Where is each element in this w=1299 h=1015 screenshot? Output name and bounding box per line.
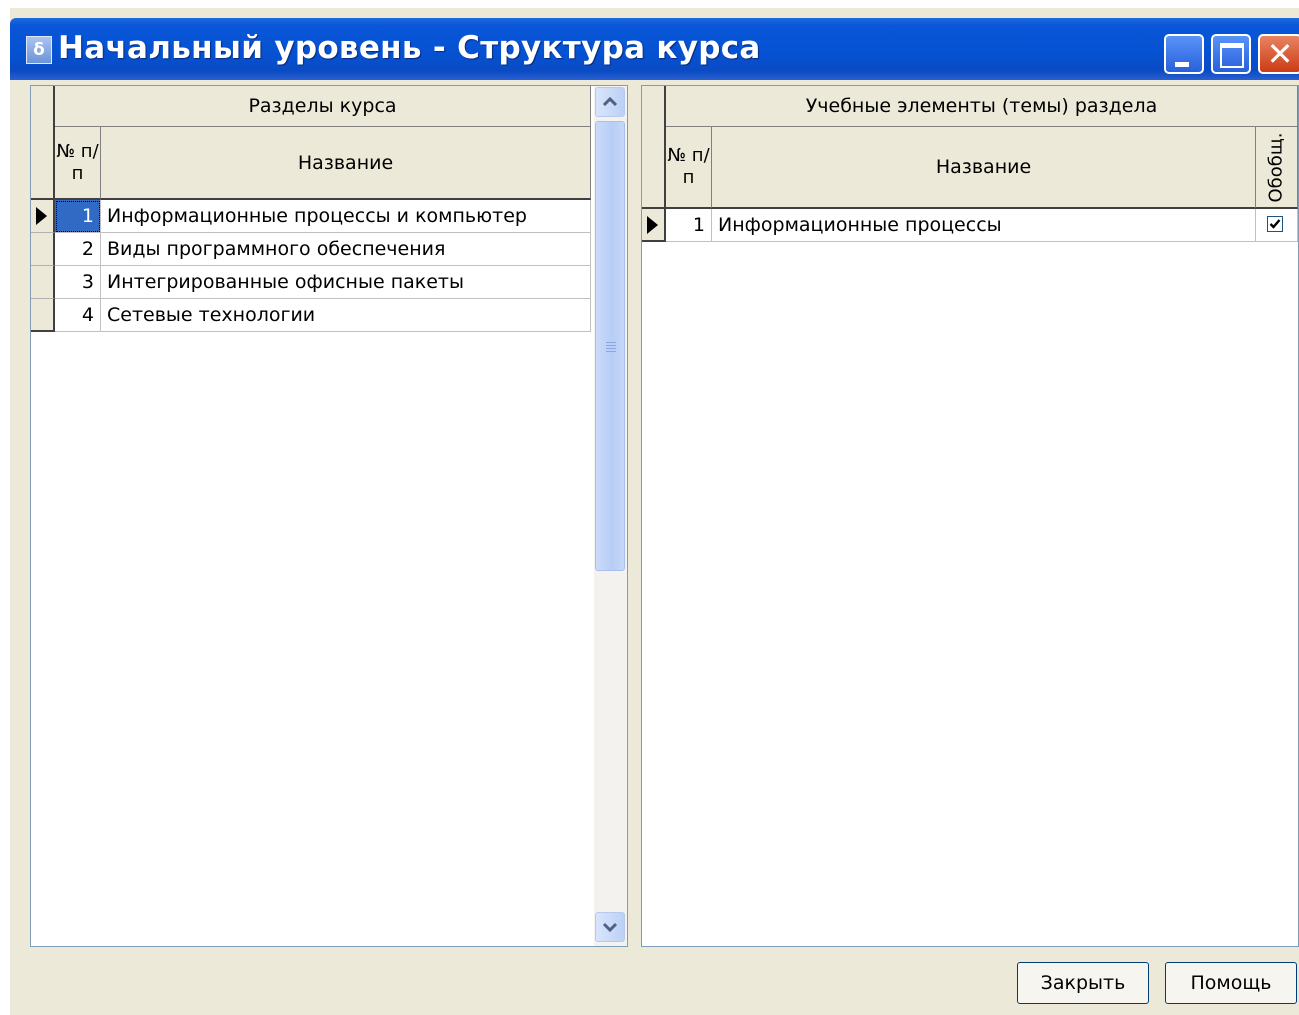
close-button[interactable]: Закрыть [1017,962,1149,1004]
topics-col-general-label: Обобщ. [1266,131,1287,203]
sections-row-name[interactable]: Информационные процессы и компьютер [101,200,591,233]
topics-col-num-header[interactable]: № п/п [666,127,712,209]
row-indicator-arrow-icon [647,216,658,234]
sections-row-indicator[interactable] [31,200,55,233]
sections-header-corner [31,86,55,200]
sections-row-num[interactable]: 4 [55,299,101,332]
sections-col-num-header[interactable]: № п/п [55,127,101,200]
sections-row-num[interactable]: 3 [55,266,101,299]
topics-row-general-cell[interactable] [1256,209,1298,242]
sections-row-num[interactable]: 1 [55,200,101,233]
title-bar[interactable]: δ Начальный уровень - Структура курса ✕ [10,18,1299,80]
sections-row-name[interactable]: Виды программного обеспечения [101,233,591,266]
sections-vertical-scrollbar[interactable] [594,86,627,946]
scroll-down-button[interactable] [595,912,625,942]
topics-row-indicator[interactable] [642,209,666,242]
topics-col-name-header[interactable]: Название [712,127,1256,209]
scroll-thumb[interactable] [595,121,625,571]
maximize-icon [1220,43,1244,68]
topics-col-general-header[interactable]: Обобщ. [1256,127,1298,209]
sections-row-indicator[interactable] [31,233,55,266]
sections-row-num[interactable]: 2 [55,233,101,266]
topics-row-name[interactable]: Информационные процессы [712,209,1256,242]
checkmark-icon [1269,219,1281,229]
window-title: Начальный уровень - Структура курса [58,30,761,66]
topics-group-header: Учебные элементы (темы) раздела [666,86,1298,127]
close-window-button[interactable]: ✕ [1258,34,1299,74]
row-indicator-arrow-icon [36,207,47,225]
chevron-down-icon [602,922,618,933]
maximize-button[interactable] [1211,34,1251,74]
close-icon: ✕ [1266,35,1294,73]
sections-row-indicator[interactable] [31,299,55,332]
general-checkbox[interactable] [1267,216,1283,232]
scroll-up-button[interactable] [595,87,625,117]
sections-group-header: Разделы курса [55,86,591,127]
course-structure-window: δ Начальный уровень - Структура курса ✕ … [10,8,1299,1015]
minimize-button[interactable] [1164,34,1204,74]
minimize-icon [1175,62,1189,67]
sections-grid[interactable]: Разделы курса № п/п Название 1 Информаци… [30,85,628,947]
chevron-up-icon [602,96,618,107]
help-button[interactable]: Помощь [1165,962,1297,1004]
topics-grid[interactable]: Учебные элементы (темы) раздела № п/п На… [641,85,1299,947]
sections-row-name[interactable]: Интегрированные офисные пакеты [101,266,591,299]
topics-header-corner [642,86,666,209]
topics-row-num[interactable]: 1 [666,209,712,242]
sections-col-name-header[interactable]: Название [101,127,591,200]
sections-row-name[interactable]: Сетевые технологии [101,299,591,332]
sections-row-indicator[interactable] [31,266,55,299]
app-icon[interactable]: δ [26,36,52,64]
